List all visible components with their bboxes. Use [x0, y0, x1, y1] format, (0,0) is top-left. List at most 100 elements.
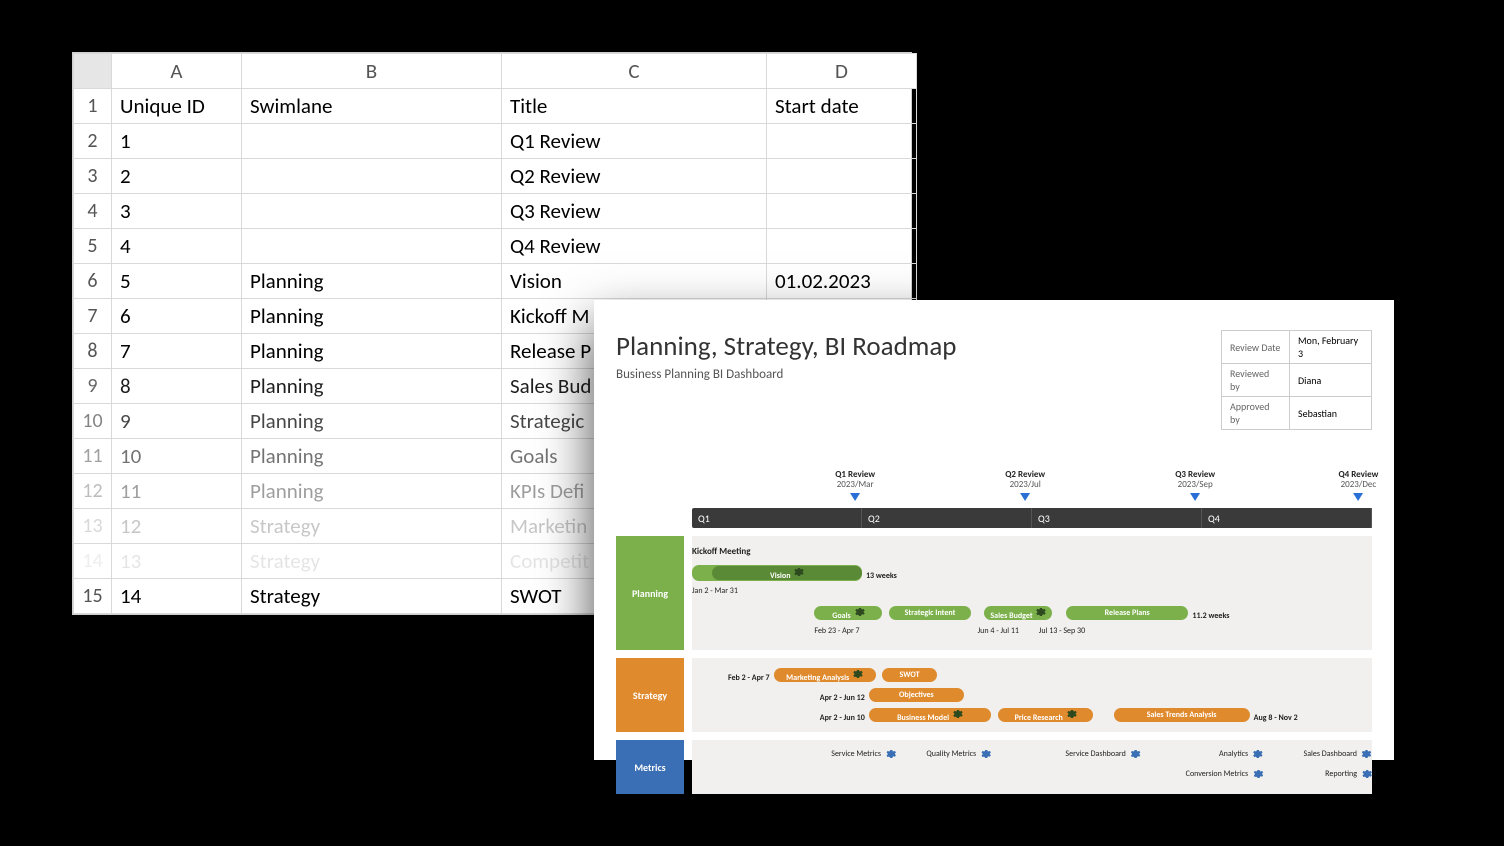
row-header[interactable]: 15 — [74, 579, 112, 614]
meta-value: Diana — [1290, 364, 1372, 397]
bar-date-label: Apr 2 - Jun 10 — [820, 711, 869, 725]
cell[interactable] — [242, 124, 502, 159]
row-header[interactable]: 7 — [74, 299, 112, 334]
row-header[interactable]: 14 — [74, 544, 112, 579]
cell[interactable]: Unique ID — [112, 89, 242, 124]
col-header-C[interactable]: C — [502, 54, 767, 89]
cell[interactable]: Planning — [242, 264, 502, 299]
cell[interactable]: 6 — [112, 299, 242, 334]
task-bar[interactable]: Sales Trends AnalysisAug 8 - Nov 2 — [1114, 708, 1250, 722]
swimlane-label: Strategy — [616, 658, 684, 732]
col-header-B[interactable]: B — [242, 54, 502, 89]
cell[interactable]: 9 — [112, 404, 242, 439]
cell[interactable]: Planning — [242, 369, 502, 404]
task-bar[interactable]: Sales Budget — [984, 606, 1052, 620]
cell[interactable]: Title — [502, 89, 767, 124]
cell[interactable]: 7 — [112, 334, 242, 369]
cell[interactable]: 01.02.2023 — [767, 264, 917, 299]
cell[interactable]: 3 — [112, 194, 242, 229]
meta-value: Sebastian — [1290, 397, 1372, 430]
lane-row: Marketing Analysis Feb 2 - Apr 7 SWOT — [692, 666, 1372, 684]
row-header[interactable]: 5 — [74, 229, 112, 264]
row-header[interactable]: 4 — [74, 194, 112, 229]
select-all-corner[interactable] — [74, 54, 112, 89]
cell[interactable]: 14 — [112, 579, 242, 614]
cell[interactable]: Q1 Review — [502, 124, 767, 159]
gear-icon — [884, 748, 896, 760]
task-bar[interactable]: Goals — [814, 606, 882, 620]
cell[interactable]: 13 — [112, 544, 242, 579]
cell[interactable]: Strategy — [242, 579, 502, 614]
task-bar[interactable]: Price Research — [998, 708, 1093, 722]
cell[interactable]: Strategy — [242, 509, 502, 544]
cell[interactable]: 11 — [112, 474, 242, 509]
metric-chip[interactable]: Analytics — [1219, 748, 1263, 760]
meta-row: Reviewed byDiana — [1222, 364, 1372, 397]
cell[interactable]: Planning — [242, 439, 502, 474]
task-bar[interactable]: Vision 13 weeks — [712, 566, 862, 580]
row-header[interactable]: 11 — [74, 439, 112, 474]
gear-icon — [1360, 748, 1372, 760]
meta-key: Approved by — [1222, 397, 1290, 430]
bar-duration-label: 13 weeks — [862, 569, 897, 583]
cell[interactable]: 1 — [112, 124, 242, 159]
meta-row: Review DateMon, February 3 — [1222, 331, 1372, 364]
cell[interactable] — [767, 194, 917, 229]
task-bar[interactable]: ObjectivesApr 2 - Jun 12 — [869, 688, 964, 702]
milestone: Q2 Review 2023/Jul — [1005, 470, 1045, 501]
chip-label: Reporting — [1325, 769, 1357, 779]
row-header[interactable]: 13 — [74, 509, 112, 544]
chip-label: Service Dashboard — [1065, 749, 1125, 759]
cell[interactable]: 4 — [112, 229, 242, 264]
meta-key: Reviewed by — [1222, 364, 1290, 397]
cell[interactable]: Planning — [242, 404, 502, 439]
metric-chip[interactable]: Reporting — [1325, 768, 1372, 780]
cell[interactable] — [767, 229, 917, 264]
cell[interactable]: Planning — [242, 334, 502, 369]
task-bar[interactable]: Business Model Apr 2 - Jun 10 — [869, 708, 991, 722]
cell[interactable] — [767, 124, 917, 159]
row-header[interactable]: 12 — [74, 474, 112, 509]
cell[interactable]: Q4 Review — [502, 229, 767, 264]
metric-chip[interactable]: Quality Metrics — [926, 748, 991, 760]
row-header[interactable]: 6 — [74, 264, 112, 299]
metric-chip[interactable]: Conversion Metrics — [1186, 768, 1264, 780]
cell[interactable]: Vision — [502, 264, 767, 299]
row-header[interactable]: 10 — [74, 404, 112, 439]
cell[interactable]: Q2 Review — [502, 159, 767, 194]
cell[interactable]: 2 — [112, 159, 242, 194]
cell[interactable] — [242, 159, 502, 194]
metric-chip[interactable]: Sales Dashboard — [1304, 748, 1372, 760]
task-bar[interactable]: SWOT — [882, 668, 936, 682]
milestone-marker-icon — [850, 493, 860, 501]
metric-chip[interactable]: Service Metrics — [831, 748, 896, 760]
row-header[interactable]: 8 — [74, 334, 112, 369]
cell[interactable]: 10 — [112, 439, 242, 474]
cell[interactable]: Planning — [242, 474, 502, 509]
cell[interactable]: 8 — [112, 369, 242, 404]
row-header[interactable]: 1 — [74, 89, 112, 124]
cell[interactable]: Swimlane — [242, 89, 502, 124]
row-header[interactable]: 2 — [74, 124, 112, 159]
cell[interactable] — [242, 229, 502, 264]
row-header[interactable]: 3 — [74, 159, 112, 194]
cell[interactable]: Q3 Review — [502, 194, 767, 229]
milestone: Q1 Review 2023/Mar — [835, 470, 875, 501]
lane-row: Goals Strategic Intent Sales Budget Relea… — [692, 604, 1372, 622]
metric-chip[interactable]: Service Dashboard — [1065, 748, 1140, 760]
task-bar[interactable]: Marketing Analysis Feb 2 - Apr 7 — [774, 668, 876, 682]
task-bar[interactable]: Strategic Intent — [889, 606, 971, 620]
col-header-D[interactable]: D — [767, 54, 917, 89]
col-header-A[interactable]: A — [112, 54, 242, 89]
cell[interactable] — [767, 159, 917, 194]
cell[interactable]: 5 — [112, 264, 242, 299]
cell[interactable] — [242, 194, 502, 229]
task-date-label: Jan 2 - Mar 31 — [692, 586, 738, 596]
task-bar[interactable]: Release Plans11.2 weeks — [1066, 606, 1188, 620]
cell[interactable]: 12 — [112, 509, 242, 544]
cell[interactable]: Planning — [242, 299, 502, 334]
row-header[interactable]: 9 — [74, 369, 112, 404]
lane-row: Business Model Apr 2 - Jun 10 Price Resea… — [692, 706, 1372, 724]
cell[interactable]: Strategy — [242, 544, 502, 579]
cell[interactable]: Start date — [767, 89, 917, 124]
